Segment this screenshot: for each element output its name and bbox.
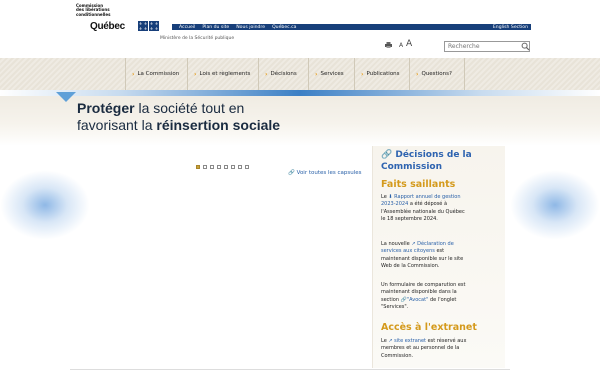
nav-item-questions[interactable]: › Questions? [416, 58, 452, 90]
nav-separator [308, 58, 309, 90]
extranet-heading: Accès à l'extranet [381, 322, 477, 333]
nav-item-decisions[interactable]: › Décisions [265, 58, 297, 90]
carousel [90, 150, 372, 366]
link-icon: 🔗 [381, 150, 393, 160]
carousel-dot[interactable] [196, 165, 200, 169]
news-item-rapport: Le ⬇ Rapport annuel de gestion 2023-2024… [381, 194, 465, 223]
carousel-dot[interactable] [217, 165, 221, 169]
search-input[interactable] [444, 41, 530, 52]
font-increase-button[interactable]: A [406, 39, 412, 49]
main-nav: › La Commission › Lois et règlements › Déci… [0, 58, 600, 91]
chevron-right-icon: › [194, 70, 197, 78]
banner-slogan-line2: favorisant la réinsertion sociale [77, 117, 281, 133]
ribbon-icon [56, 92, 76, 102]
link-quebec-ca[interactable]: Québec.ca [272, 25, 296, 30]
link-english-section[interactable]: English Section [493, 25, 528, 30]
nav-separator [125, 58, 126, 90]
ministry-label: Ministère de la Sécurité publique [160, 36, 235, 41]
nav-item-la-commission[interactable]: › La Commission [132, 58, 179, 90]
nav-item-services[interactable]: › Services [315, 58, 344, 90]
chevron-right-icon: › [315, 70, 318, 78]
font-decrease-button[interactable]: A [399, 42, 403, 49]
search-icon[interactable] [521, 42, 530, 51]
logo-quebec: Québec [90, 21, 125, 32]
fleur-de-lis-flag-icon: ⚜ ⚜ ⚜ ⚜ [149, 21, 159, 31]
chevron-right-icon: › [132, 70, 135, 78]
carousel-dot[interactable] [231, 165, 235, 169]
carousel-dot[interactable] [210, 165, 214, 169]
banner-stripe [0, 90, 600, 96]
top-links-bar: Accueil Plan du site Nous joindre Québec… [172, 24, 531, 30]
nav-separator [464, 58, 465, 90]
link-nous-joindre[interactable]: Nous joindre [236, 25, 265, 30]
chevron-right-icon: › [361, 70, 364, 78]
carousel-dot[interactable] [245, 165, 249, 169]
chevron-right-icon: › [416, 70, 419, 78]
link-plan-du-site[interactable]: Plan du site [202, 25, 229, 30]
news-item-formulaire: Un formulaire de comparution est mainten… [381, 282, 466, 311]
nav-separator [187, 58, 188, 90]
site-extranet-link[interactable]: site extranet [394, 338, 426, 344]
nav-item-lois-et-reglements[interactable]: › Lois et règlements [194, 58, 250, 90]
news-item-declaration: La nouvelle ↗ Déclaration de services au… [381, 241, 464, 270]
nav-item-publications[interactable]: › Publications [361, 58, 400, 90]
carousel-dots [196, 165, 249, 169]
decorative-glow [0, 170, 90, 240]
chevron-right-icon: › [265, 70, 268, 78]
fleur-de-lis-flag-icon: ⚜ ⚜ ⚜ ⚜ [138, 21, 148, 31]
sidebar-title-link[interactable]: 🔗 Décisions de la Commission [381, 149, 499, 173]
carousel-dot[interactable] [238, 165, 242, 169]
nav-separator [258, 58, 259, 90]
link-icon: 🔗 [288, 170, 295, 176]
logo[interactable]: Commission des libérations conditionnell… [76, 3, 159, 32]
nav-separator [409, 58, 410, 90]
link-accueil[interactable]: Accueil [179, 25, 195, 30]
banner-slogan-line1: Protéger la société tout en [77, 100, 245, 116]
carousel-dot[interactable] [224, 165, 228, 169]
footer-divider [70, 369, 510, 370]
news-item-extranet: Le ↗ site extranet est réservé aux membr… [381, 338, 467, 359]
nav-separator [354, 58, 355, 90]
all-capsules-link[interactable]: 🔗 Voir toutes les capsules [288, 170, 362, 176]
avocat-link[interactable]: "Avocat" [407, 297, 429, 303]
logo-text: Commission des libérations conditionnell… [76, 3, 111, 17]
carousel-dot[interactable] [203, 165, 207, 169]
print-icon[interactable] [385, 42, 392, 48]
faits-saillants-heading: Faits saillants [381, 179, 456, 190]
decorative-glow [510, 170, 600, 240]
